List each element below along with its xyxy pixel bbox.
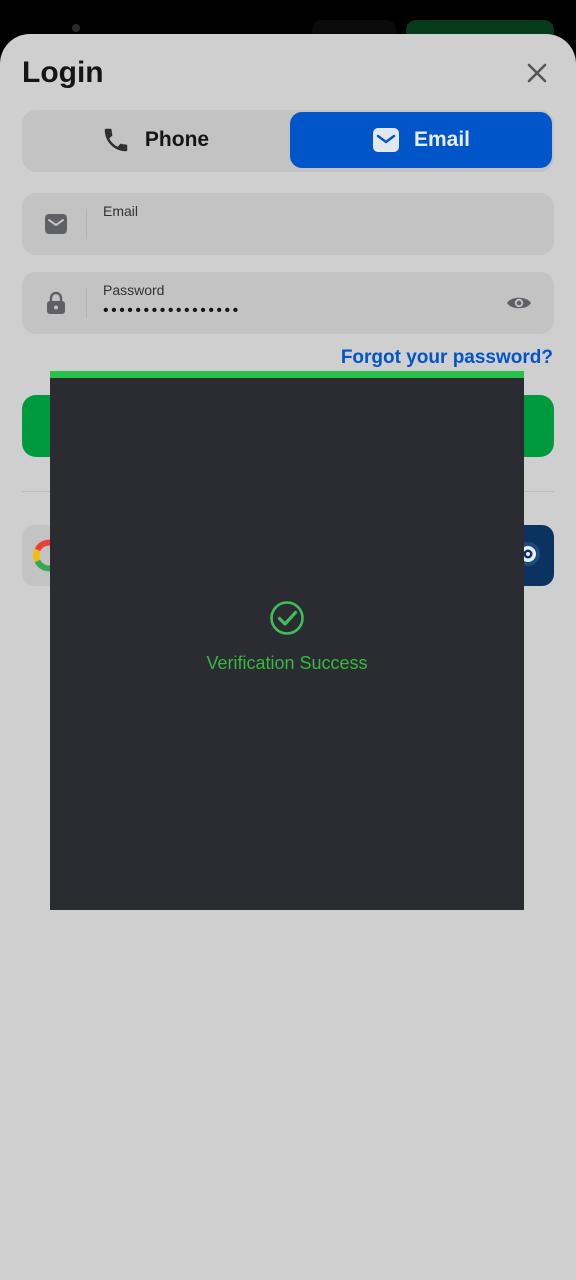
mail-field-icon	[44, 212, 68, 236]
phone-icon	[104, 128, 128, 152]
captcha-panel: Verification Success	[50, 371, 524, 910]
captcha-progress-bar	[50, 371, 524, 378]
mail-icon	[372, 128, 399, 152]
login-method-tabs: Phone Email	[22, 110, 554, 172]
mail-icon	[45, 214, 67, 234]
show-password-button[interactable]	[506, 291, 532, 315]
camera-dot	[72, 24, 80, 32]
password-label: Password	[103, 282, 165, 298]
close-button[interactable]	[522, 58, 552, 88]
close-icon	[527, 63, 547, 83]
tab-email[interactable]: Email	[290, 112, 552, 168]
check-circle-icon	[270, 601, 304, 635]
email-label: Email	[103, 203, 139, 219]
lock-field-icon	[44, 291, 68, 315]
email-field[interactable]: Email	[22, 193, 554, 255]
password-input[interactable]: •••••••••••••••••	[103, 302, 241, 320]
page-title: Login	[22, 56, 104, 89]
captcha-progress-fill	[50, 371, 524, 378]
forgot-password-link[interactable]: Forgot your password?	[341, 347, 553, 369]
password-field[interactable]: Password •••••••••••••••••	[22, 272, 554, 334]
lock-icon	[47, 291, 65, 314]
tab-phone[interactable]: Phone	[24, 112, 286, 168]
field-separator	[86, 209, 87, 239]
eye-icon	[507, 297, 531, 309]
verification-status: Verification Success	[206, 653, 368, 673]
field-separator	[86, 288, 87, 318]
tab-phone-label: Phone	[144, 128, 210, 151]
tab-email-label: Email	[413, 128, 471, 151]
